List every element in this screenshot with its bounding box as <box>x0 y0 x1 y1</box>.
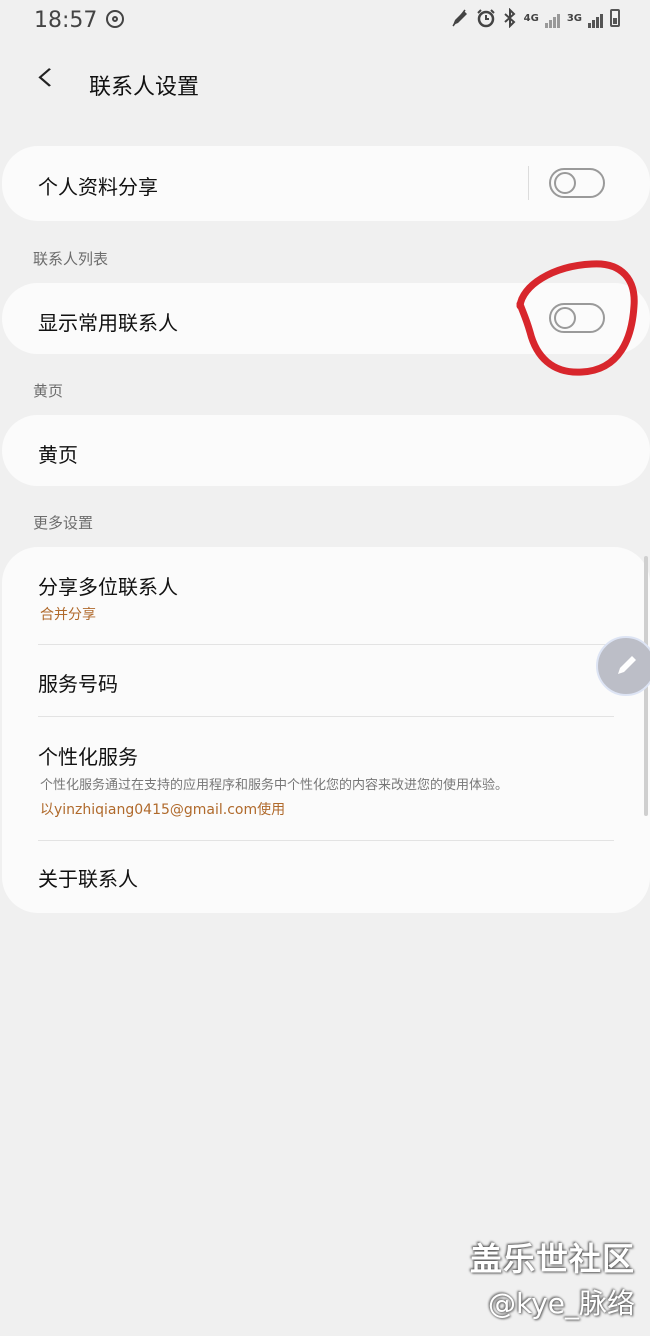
profile-share-row[interactable]: 个人资料分享 <box>2 146 650 221</box>
network-3g-label: 3G <box>566 12 582 24</box>
weibo-icon <box>106 10 124 28</box>
share-multiple-sub: 合并分享 <box>40 607 96 623</box>
service-number-label: 服务号码 <box>38 672 118 696</box>
toggle-knob <box>554 172 576 194</box>
pen-icon <box>452 9 467 27</box>
status-time: 18:57 <box>34 8 98 33</box>
more-settings-card: 分享多位联系人 合并分享 服务号码 个性化服务 个性化服务通过在支持的应用程序和… <box>2 547 650 913</box>
personalization-row[interactable]: 个性化服务 个性化服务通过在支持的应用程序和服务中个性化您的内容来改进您的使用体… <box>2 717 650 839</box>
row-divider <box>528 166 529 200</box>
section-contacts-list: 联系人列表 <box>33 250 109 268</box>
share-multiple-row[interactable]: 分享多位联系人 合并分享 <box>2 547 650 644</box>
edit-fab[interactable] <box>596 636 650 696</box>
red-annotation-circle <box>516 260 638 376</box>
yellow-pages-label: 黄页 <box>38 443 78 467</box>
share-multiple-label: 分享多位联系人 <box>38 575 178 599</box>
watermark-author: @kye_脉络 <box>487 1287 635 1320</box>
page-title: 联系人设置 <box>89 75 200 100</box>
signal-icon-1 <box>544 9 561 28</box>
personalization-desc: 个性化服务通过在支持的应用程序和服务中个性化您的内容来改进您的使用体验。 <box>40 778 509 793</box>
pencil-icon <box>618 656 636 674</box>
battery-icon <box>610 9 620 27</box>
show-frequent-label: 显示常用联系人 <box>38 311 178 335</box>
status-icons: 4G 3G <box>450 8 620 28</box>
service-number-row[interactable]: 服务号码 <box>2 645 650 716</box>
profile-share-label: 个人资料分享 <box>38 175 158 199</box>
personalization-account: 以yinzhiqiang0415@gmail.com使用 <box>40 802 286 818</box>
back-arrow-icon[interactable] <box>36 64 54 90</box>
network-4g-label: 4G <box>523 12 539 24</box>
section-more-settings: 更多设置 <box>33 514 94 532</box>
status-bar: 18:57 4G 3G <box>0 0 650 40</box>
profile-share-toggle[interactable] <box>549 168 605 198</box>
section-yellow-pages: 黄页 <box>33 382 64 400</box>
personalization-label: 个性化服务 <box>38 745 138 769</box>
alarm-icon <box>476 9 495 28</box>
app-header: 联系人设置 <box>0 50 650 114</box>
yellow-pages-row[interactable]: 黄页 <box>2 415 650 486</box>
about-contacts-label: 关于联系人 <box>38 867 138 891</box>
watermark-title: 盖乐世社区 <box>469 1240 635 1278</box>
signal-icon-2 <box>588 9 604 28</box>
about-contacts-row[interactable]: 关于联系人 <box>2 841 650 913</box>
bluetooth-icon <box>503 8 516 28</box>
